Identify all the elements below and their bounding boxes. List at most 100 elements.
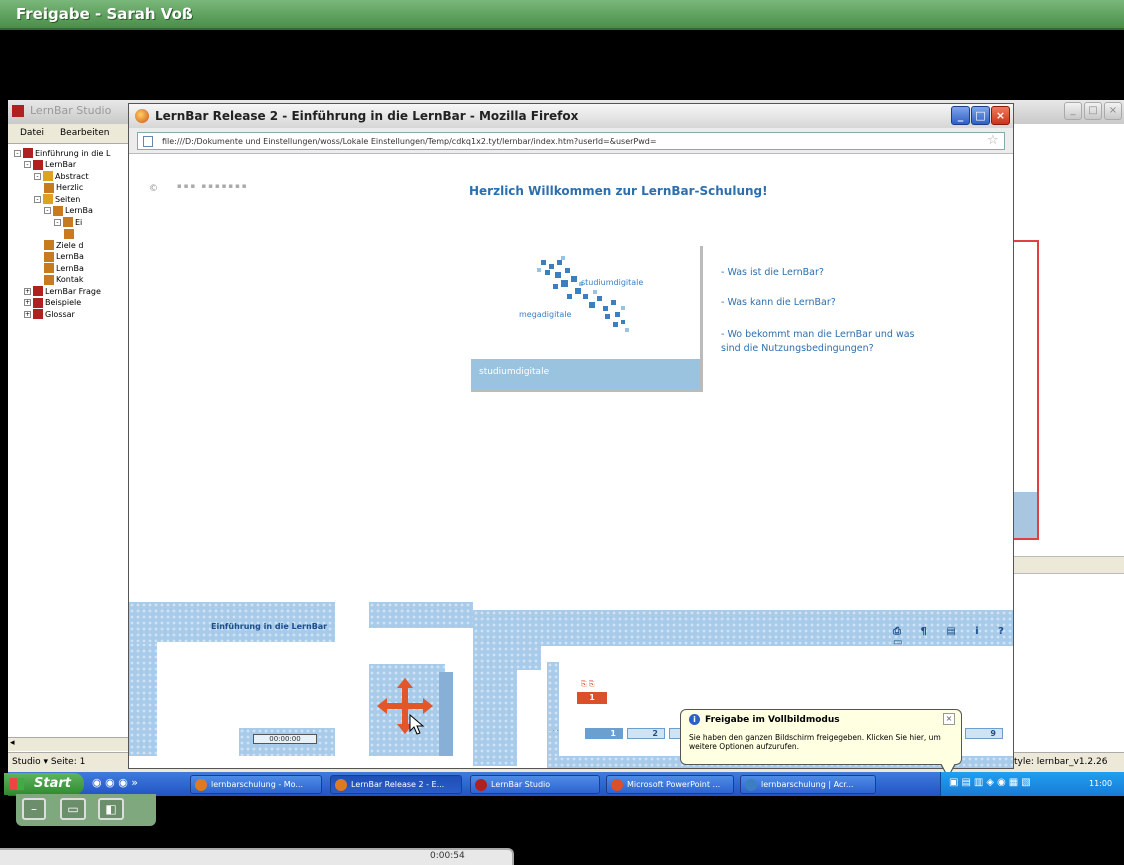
quick-launch-icons[interactable]: ◉ ◉ ◉ » xyxy=(92,776,138,789)
tree-item-label: Glossar xyxy=(45,309,75,319)
nav-tool-icons[interactable]: ⎙ ¶ ▤ i ? ▭ xyxy=(893,626,1013,648)
taskbar-button[interactable]: lernbarschulung | Acr... xyxy=(740,775,876,794)
split-view-button[interactable]: ◧ xyxy=(98,798,124,820)
tick-mark: · · · xyxy=(549,728,559,735)
tree-item[interactable]: LernBa xyxy=(44,263,84,273)
taskbar-button[interactable]: lernbarschulung - Mo... xyxy=(190,775,322,794)
tree-item-label: Abstract xyxy=(55,171,89,181)
collapse-icon[interactable]: - xyxy=(54,218,61,226)
tree-item-label: Einführung in die L xyxy=(35,148,111,158)
taskbar-button[interactable]: LernBar Release 2 - E... xyxy=(330,775,462,794)
close-icon[interactable]: × xyxy=(991,106,1010,125)
expand-icon[interactable]: + xyxy=(24,310,31,318)
firefox-window: LernBar Release 2 - Einführung in die Le… xyxy=(128,103,1014,769)
tree-scrollbar[interactable]: ◂ xyxy=(8,737,130,751)
nav-title: Einführung in die LernBar xyxy=(211,622,328,631)
firefox-title: LernBar Release 2 - Einführung in die Le… xyxy=(155,109,579,123)
status-left[interactable]: Studio ▾ Seite: 1 xyxy=(12,757,85,767)
link-was-ist[interactable]: - Was ist die LernBar? xyxy=(721,266,824,280)
tree-item[interactable]: - Abstract xyxy=(34,171,89,181)
tree-item-label: LernBa xyxy=(56,263,84,273)
tree-item[interactable]: - LernBar xyxy=(24,159,77,170)
tray-icons[interactable]: ▣▤▥◈◉▦▧ xyxy=(949,777,1034,788)
tree-item[interactable] xyxy=(64,228,76,239)
tree-item[interactable]: - LernBa xyxy=(44,205,93,216)
expand-icon[interactable]: + xyxy=(24,287,31,295)
minimize-icon[interactable]: _ xyxy=(1064,102,1082,120)
expand-icon[interactable]: + xyxy=(24,299,31,306)
tree-item[interactable]: Herzlic xyxy=(44,182,83,193)
maximize-icon[interactable]: □ xyxy=(971,106,990,125)
node-icon xyxy=(33,309,43,319)
card-band-text: studiumdigitale xyxy=(479,367,550,377)
info-icon: i xyxy=(689,714,700,725)
node-icon xyxy=(43,194,53,204)
page-button-1[interactable]: 1 xyxy=(585,728,623,739)
menu-bearbeiten[interactable]: Bearbeiten xyxy=(60,128,109,138)
nav-connector xyxy=(473,646,541,670)
studiumdigitale-logo-icon xyxy=(537,256,629,332)
link-wo-bekommt[interactable]: - Wo bekommt man die LernBar und was xyxy=(721,328,915,342)
nav-box-side xyxy=(439,672,453,756)
current-page-indicator[interactable]: 1 xyxy=(577,692,607,704)
studio-app-icon xyxy=(12,105,24,117)
tree-item[interactable]: - Seiten xyxy=(34,194,80,204)
page-button-9[interactable]: 9 xyxy=(965,728,1003,739)
taskbar-button[interactable]: Microsoft PowerPoint ... xyxy=(606,775,734,794)
tree-item[interactable]: LernBa xyxy=(44,251,84,262)
tree-item-label: Beispiele xyxy=(45,298,82,307)
collapse-icon[interactable]: - xyxy=(34,172,41,180)
minimize-share-button[interactable]: – xyxy=(22,798,46,820)
url-toolbar: file:///D:/Dokumente und Einstellungen/w… xyxy=(129,128,1013,154)
link-was-kann[interactable]: - Was kann die LernBar? xyxy=(721,296,836,310)
link-nutzungsbedingungen[interactable]: sind die Nutzungsbedingungen? xyxy=(721,342,874,356)
taskbar-button[interactable]: LernBar Studio xyxy=(470,775,600,794)
window-mode-button[interactable]: ▭ xyxy=(60,798,86,820)
status-right: tyle: lernbar_v1.2.26 xyxy=(1014,757,1108,767)
url-field[interactable]: file:///D:/Dokumente und Einstellungen/w… xyxy=(137,132,1005,150)
tree-item[interactable]: - Ei xyxy=(54,217,82,227)
tree-item[interactable]: Ziele d xyxy=(44,240,83,250)
nav-title-panel: Einführung in die LernBar xyxy=(129,602,335,642)
tree-item[interactable]: + LernBar Frage xyxy=(24,286,101,296)
share-notification-balloon[interactable]: i Freigabe im Vollbildmodus × Sie haben … xyxy=(680,709,962,765)
studiumdigitale-card: studiumdigitale megadigitale studiumdigi… xyxy=(471,246,703,392)
nav-left-column xyxy=(129,642,157,756)
page-button-2[interactable]: 2 xyxy=(627,728,665,739)
taskbar-button-label: lernbarschulung - Mo... xyxy=(211,780,304,789)
tree-item[interactable]: Kontak xyxy=(44,274,84,285)
tree-item-label: LernBar xyxy=(45,160,77,169)
collapse-icon[interactable]: - xyxy=(44,207,51,214)
collapse-icon[interactable]: - xyxy=(14,149,21,157)
menu-datei[interactable]: Datei xyxy=(20,128,44,138)
tree-item-label: Kontak xyxy=(56,275,84,284)
bookmark-star-icon[interactable]: ☆ xyxy=(987,133,999,148)
navigator-edge xyxy=(547,662,559,768)
page-icon xyxy=(143,136,153,147)
tree-item-label: Seiten xyxy=(55,194,81,204)
collapse-icon[interactable]: - xyxy=(34,195,41,203)
node-icon xyxy=(33,297,43,308)
scroll-left-icon[interactable]: ◂ xyxy=(10,738,15,748)
lernbar-logo-icon: ▪▪▪ ▪▪▪▪▪▪▪ xyxy=(177,182,249,190)
nav-toolbar: ⎙ ¶ ▤ i ? ▭ xyxy=(473,610,1013,648)
firefox-title-bar[interactable]: LernBar Release 2 - Einführung in die Le… xyxy=(129,104,1013,128)
node-icon xyxy=(44,263,54,273)
tree-item-label: LernBa xyxy=(65,206,93,215)
minimize-icon[interactable]: _ xyxy=(951,106,970,125)
tree-item[interactable]: - Einführung in die L xyxy=(14,148,110,158)
node-icon xyxy=(44,274,54,285)
nav-mid-column xyxy=(473,670,517,766)
right-toolbar-strip xyxy=(1011,556,1124,574)
node-icon xyxy=(33,159,43,170)
close-icon[interactable]: × xyxy=(1104,102,1122,120)
collapse-icon[interactable]: - xyxy=(24,161,31,168)
close-icon[interactable]: × xyxy=(943,713,955,725)
tree-item[interactable]: + Glossar xyxy=(24,309,75,319)
tree-item[interactable]: + Beispiele xyxy=(24,297,82,308)
app-icon xyxy=(745,779,757,791)
copyright-icon: © xyxy=(149,184,158,194)
maximize-icon[interactable]: □ xyxy=(1084,102,1102,120)
tree-item-label: Ziele d xyxy=(56,240,84,250)
node-icon xyxy=(64,228,74,239)
